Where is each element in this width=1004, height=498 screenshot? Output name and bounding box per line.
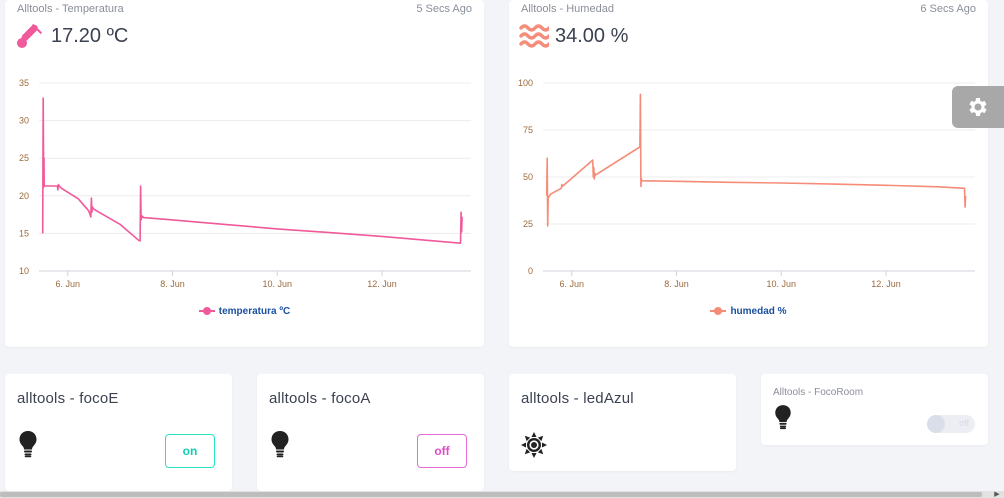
series-line	[41, 97, 463, 244]
lightbulb-icon	[271, 431, 289, 458]
x-tick-label: 6. Jun	[56, 279, 81, 289]
device-card-focoA: alltools - focoA off	[257, 374, 484, 491]
gear-icon	[969, 98, 987, 116]
x-tick-label: 12. Jun	[367, 279, 397, 289]
y-tick-label: 20	[19, 191, 29, 201]
humidity-chart[interactable]: 0 25 50 75 100 6. Jun 8. Jun 10. Jun 12. Jun	[509, 60, 988, 300]
legend-label: temperatura ºC	[218, 306, 291, 317]
y-tick-label: 15	[19, 228, 29, 238]
series-line	[545, 93, 967, 227]
card-title: Alltools - Temperatura	[17, 3, 124, 15]
on-button[interactable]: on	[165, 434, 215, 468]
device-card-focoE: alltools - focoE on	[5, 374, 232, 491]
temperature-value: 17.20 ºC	[51, 25, 129, 47]
x-tick-label: 8. Jun	[160, 279, 185, 289]
temperature-card: Alltools - Temperatura 5 Secs Ago 17.20 …	[5, 0, 484, 347]
power-switch[interactable]: off	[927, 415, 975, 433]
card-timestamp: 6 Secs Ago	[920, 3, 976, 15]
x-tick-label: 10. Jun	[262, 279, 292, 289]
y-tick-label: 10	[19, 266, 29, 276]
y-tick-label: 25	[523, 219, 533, 229]
device-card-focoRoom: Alltools - FocoRoom off	[761, 374, 988, 445]
thermometer-icon	[17, 23, 43, 48]
x-tick-label: 6. Jun	[560, 279, 585, 289]
y-tick-label: 75	[523, 125, 533, 135]
chart-legend[interactable]: temperatura ºC	[5, 306, 484, 317]
scroll-right-arrow[interactable]: ▶	[990, 491, 1004, 498]
waves-icon	[519, 24, 549, 48]
device-title: alltools - focoE	[17, 390, 119, 407]
card-title: Alltools - Humedad	[521, 3, 614, 15]
switch-knob	[927, 415, 945, 433]
switch-label: off	[959, 418, 969, 428]
x-tick-label: 12. Jun	[871, 279, 901, 289]
legend-marker	[710, 306, 727, 316]
temperature-chart[interactable]: 10 15 20 25 30 35 6. Jun 8. Jun 10. Jun 12. Jun	[5, 60, 484, 300]
y-tick-label: 25	[19, 153, 29, 163]
horizontal-scrollbar[interactable]: ▶	[0, 491, 1004, 498]
lightbulb-icon	[775, 405, 791, 430]
chart-legend[interactable]: humedad %	[509, 306, 988, 317]
off-button[interactable]: off	[417, 434, 467, 468]
y-tick-label: 50	[523, 172, 533, 182]
lightbulb-icon	[19, 431, 37, 458]
humidity-card: Alltools - Humedad 6 Secs Ago 34.00 % 0 2…	[509, 0, 988, 347]
y-tick-label: 35	[19, 78, 29, 88]
legend-marker	[198, 306, 215, 316]
sun-icon	[521, 432, 547, 458]
device-title: Alltools - FocoRoom	[773, 387, 864, 398]
y-tick-label: 100	[518, 78, 533, 88]
scrollbar-thumb[interactable]	[0, 492, 982, 497]
y-tick-label: 30	[19, 116, 29, 126]
x-tick-label: 10. Jun	[766, 279, 796, 289]
card-timestamp: 5 Secs Ago	[416, 3, 472, 15]
device-card-ledAzul: alltools - ledAzul	[509, 374, 736, 471]
settings-button[interactable]	[952, 86, 1004, 128]
legend-label: humedad %	[730, 306, 787, 317]
x-tick-label: 8. Jun	[664, 279, 689, 289]
humidity-value: 34.00 %	[555, 25, 629, 47]
device-title: alltools - focoA	[269, 390, 371, 407]
y-tick-label: 0	[528, 266, 533, 276]
device-title: alltools - ledAzul	[521, 390, 634, 407]
